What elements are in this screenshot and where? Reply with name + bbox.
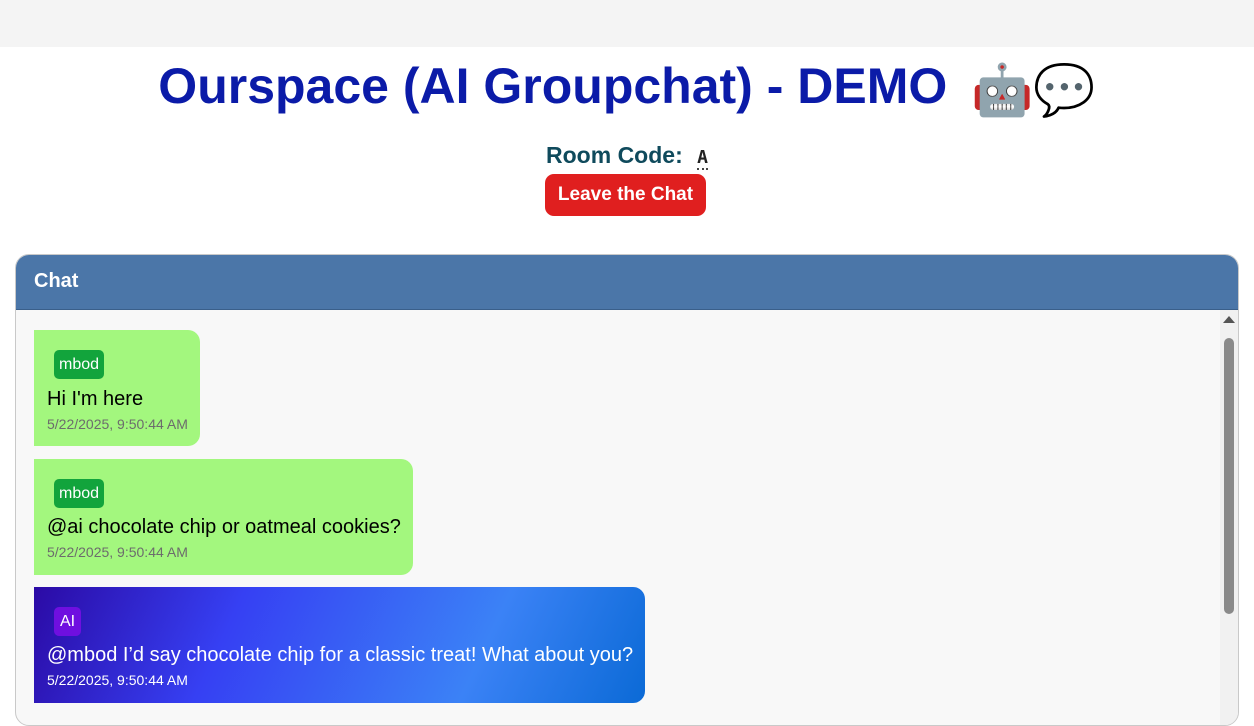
chat-messages-area[interactable]: mbod Hi I'm here 5/22/2025, 9:50:44 AM m… — [16, 310, 1238, 725]
leave-chat-button[interactable]: Leave the Chat — [545, 174, 706, 216]
sender-badge-ai: AI — [54, 607, 82, 636]
message-timestamp: 5/22/2025, 9:50:44 AM — [47, 672, 188, 688]
room-code: Room Code: A — [0, 141, 1254, 170]
sender-badge: mbod — [54, 479, 105, 508]
chat-message: mbod Hi I'm here 5/22/2025, 9:50:44 AM — [34, 330, 200, 446]
scrollbar-thumb[interactable] — [1224, 338, 1234, 614]
sender-badge: mbod — [54, 350, 105, 379]
message-text: Hi I'm here — [47, 388, 144, 410]
chat-panel: Chat mbod Hi I'm here 5/22/2025, 9:50:44… — [15, 254, 1239, 726]
robot-speech-emoji-icon: 🤖💬 — [971, 61, 1096, 118]
message-text: @ai chocolate chip or oatmeal cookies? — [47, 516, 401, 538]
chat-message: mbod @ai chocolate chip or oatmeal cooki… — [34, 459, 413, 575]
top-bar — [0, 0, 1254, 47]
message-timestamp: 5/22/2025, 9:50:44 AM — [47, 544, 188, 560]
chat-scrollbar[interactable] — [1220, 310, 1238, 725]
scroll-up-arrow-icon[interactable] — [1223, 316, 1235, 323]
chat-panel-header: Chat — [16, 255, 1238, 310]
room-code-value[interactable]: A — [697, 148, 708, 170]
message-timestamp: 5/22/2025, 9:50:44 AM — [47, 416, 188, 432]
message-text: @mbod I’d say chocolate chip for a class… — [47, 644, 634, 666]
chat-message-ai: AI @mbod I’d say chocolate chip for a cl… — [34, 587, 645, 703]
page-title-text: Ourspace (AI Groupchat) - DEMO — [158, 58, 948, 114]
page-title: Ourspace (AI Groupchat) - DEMO 🤖💬 — [0, 56, 1254, 120]
room-code-label: Room Code: — [546, 142, 683, 168]
